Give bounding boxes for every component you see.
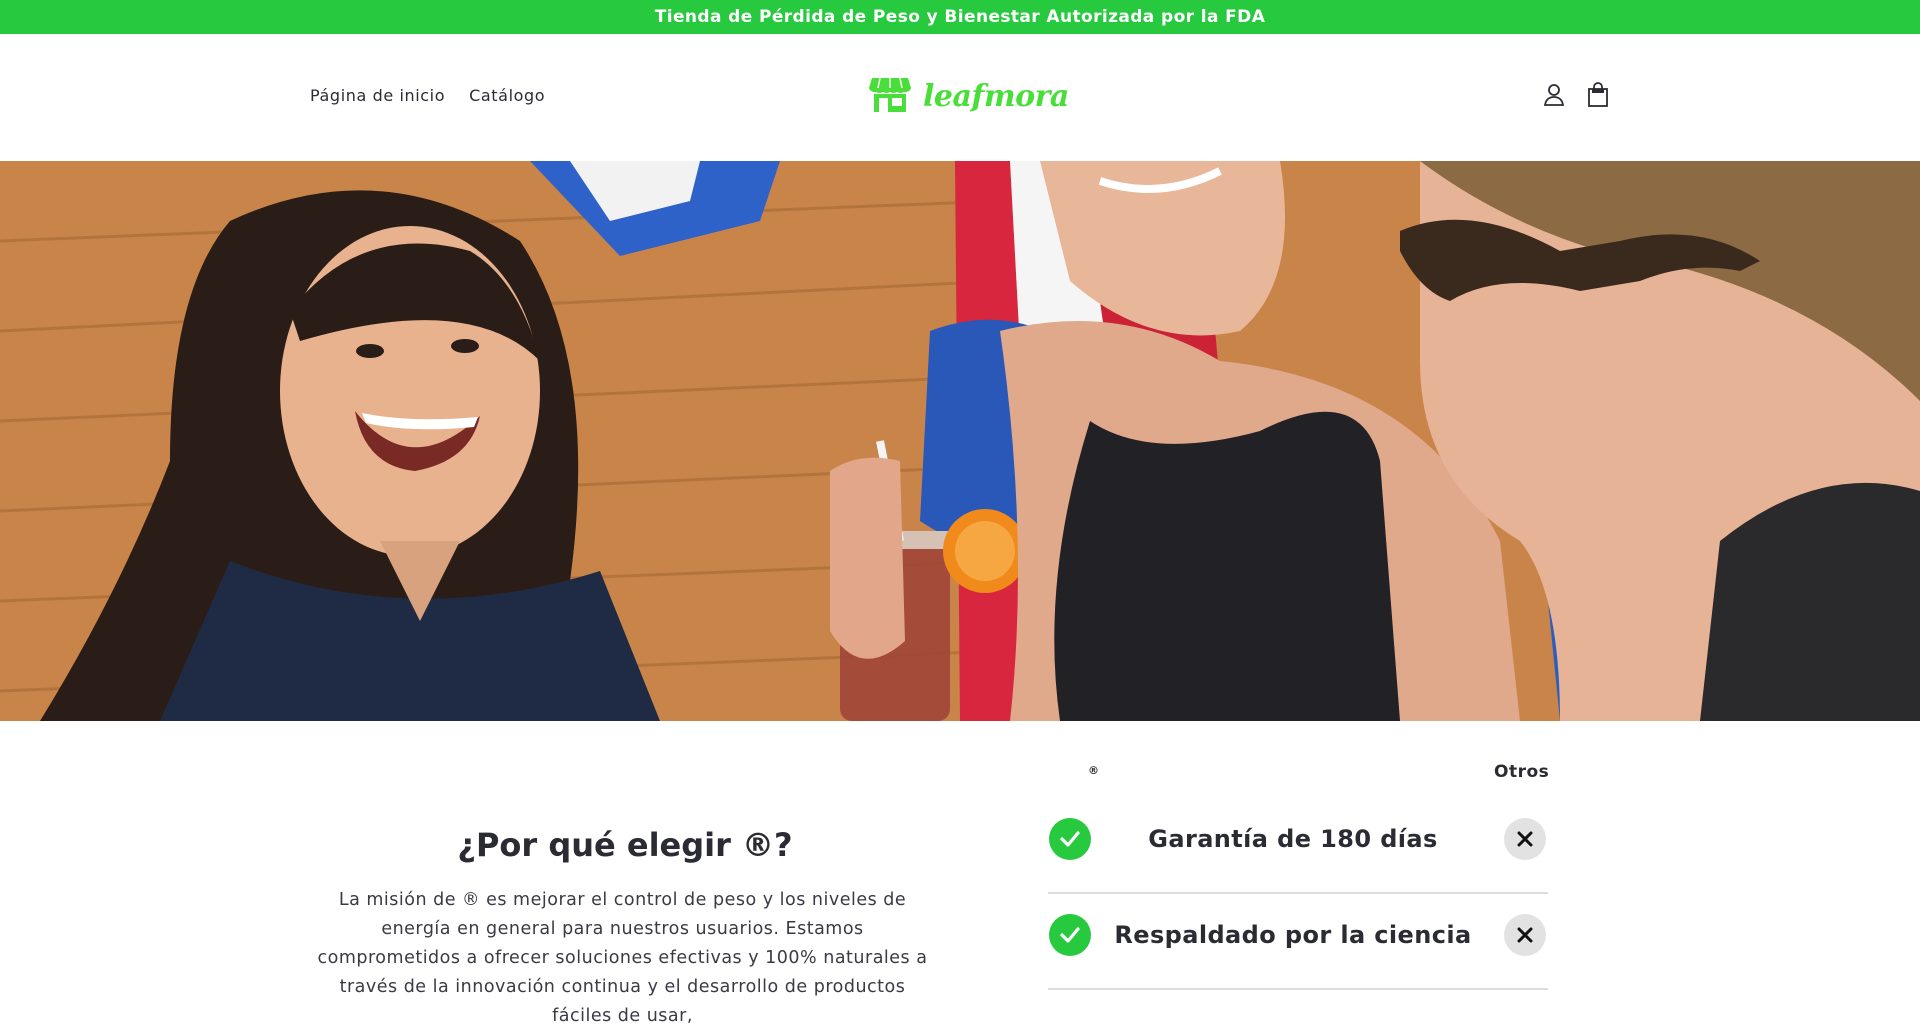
cart-button[interactable]	[1586, 82, 1610, 112]
account-button[interactable]	[1542, 84, 1566, 110]
announcement-text: Tienda de Pérdida de Peso y Bienestar Au…	[654, 7, 1266, 27]
cross-icon	[1504, 818, 1546, 860]
announcement-bar: Tienda de Pérdida de Peso y Bienestar Au…	[0, 0, 1920, 34]
site-header: Página de inicio Catálogo leafmora	[0, 34, 1920, 161]
main-nav: Página de inicio Catálogo	[310, 86, 545, 105]
comparison-header-brand: ®	[1088, 764, 1099, 777]
hero-image	[0, 161, 1920, 721]
user-account-icon	[1543, 83, 1565, 111]
check-icon	[1049, 818, 1091, 860]
header-actions	[1542, 82, 1610, 112]
shopping-bag-icon	[1587, 82, 1609, 112]
why-title: ¿Por qué elegir ®?	[457, 826, 793, 864]
check-icon	[1049, 914, 1091, 956]
comparison-row: Garantía de 180 días	[1048, 796, 1548, 894]
comparison-header-others: Otros	[1494, 762, 1550, 782]
why-description: La misión de ® es mejorar el control de …	[317, 890, 928, 1026]
storefront-icon	[869, 74, 911, 118]
comparison-row-label: Respaldado por la ciencia	[1114, 921, 1472, 949]
cross-icon	[1504, 914, 1546, 956]
site-logo[interactable]: leafmora	[869, 74, 1069, 118]
logo-text: leafmora	[923, 78, 1069, 114]
comparison-row: Respaldado por la ciencia	[1048, 892, 1548, 990]
nav-link-home[interactable]: Página de inicio	[310, 86, 445, 105]
comparison-row-label: Garantía de 180 días	[1148, 825, 1438, 853]
nav-link-catalog[interactable]: Catálogo	[469, 86, 545, 105]
